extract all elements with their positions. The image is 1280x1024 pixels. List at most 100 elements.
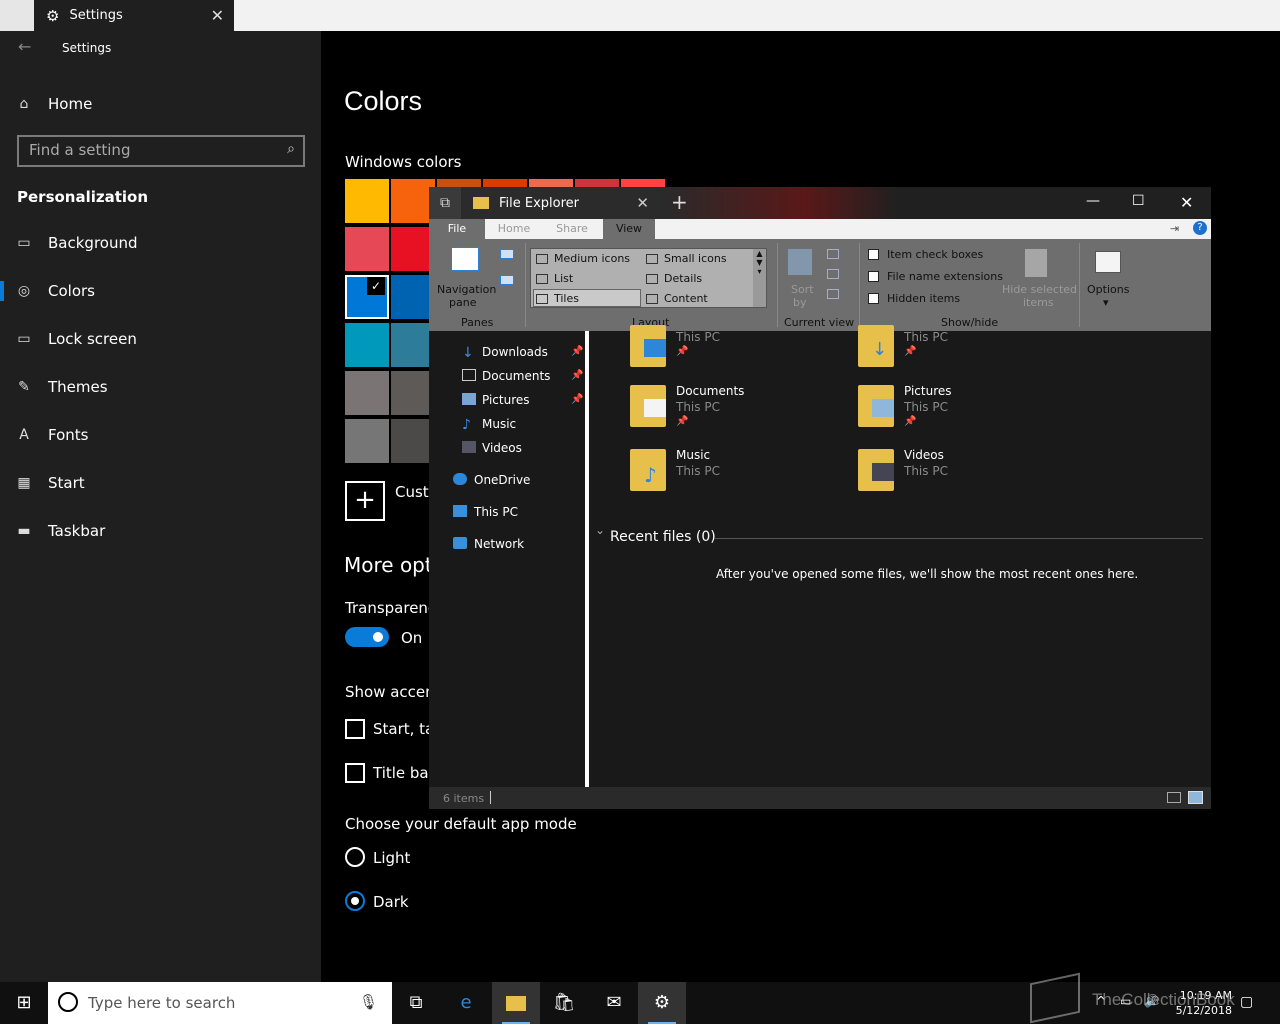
nav-videos[interactable]: Videos (482, 441, 522, 455)
sidebar-item-home[interactable]: ⌂ Home (0, 84, 321, 124)
add-columns-icon[interactable] (827, 269, 839, 279)
options-button[interactable]: Options (1087, 283, 1129, 296)
file-name-extensions-checkbox[interactable] (868, 271, 879, 282)
color-swatch[interactable] (621, 179, 665, 187)
pane-splitter[interactable] (585, 331, 589, 787)
close-window-icon[interactable]: ✕ (1180, 193, 1193, 212)
hidden-items-checkbox[interactable] (868, 293, 879, 304)
color-swatch[interactable] (575, 179, 619, 187)
nav-downloads[interactable]: Downloads (482, 345, 548, 359)
light-mode-radio[interactable] (345, 847, 365, 867)
chevron-down-icon[interactable]: ⌄ (595, 523, 605, 537)
close-icon[interactable]: ✕ (636, 194, 649, 212)
start-taskbar-checkbox[interactable] (345, 719, 365, 739)
nav-pictures[interactable]: Pictures (482, 393, 530, 407)
large-icons-view-icon[interactable] (1188, 791, 1203, 804)
search-input[interactable]: Find a setting ⌕ (17, 135, 305, 167)
size-columns-icon[interactable] (827, 289, 839, 299)
sort-label[interactable]: Sort (791, 283, 814, 296)
layout-small-icons[interactable]: Small icons (664, 252, 727, 265)
taskbar-search-input[interactable]: Type here to search 🎙 (48, 982, 392, 1024)
microphone-icon[interactable]: 🎙 (359, 993, 378, 1011)
hide-selected-label[interactable]: Hide selected (1002, 283, 1077, 296)
settings-taskbar-icon[interactable]: ⚙ (638, 982, 686, 1024)
pin-ribbon-icon[interactable]: ⇥ (1170, 222, 1179, 235)
nav-documents[interactable]: Documents (482, 369, 550, 383)
sidebar-item-fonts[interactable]: A Fonts (0, 415, 321, 455)
color-swatch[interactable] (345, 419, 389, 463)
new-tab-icon[interactable]: + (671, 190, 688, 214)
nav-onedrive[interactable]: OneDrive (474, 473, 530, 487)
navigation-pane-label[interactable]: Navigation (437, 283, 496, 296)
recent-files-heading[interactable]: Recent files (0) (610, 529, 716, 545)
navigation-pane-label-2[interactable]: pane (449, 296, 476, 309)
tab-view[interactable]: View (603, 219, 655, 239)
store-icon[interactable]: 🛍 (540, 982, 588, 1024)
sidebar-item-lock-screen[interactable]: ▭ Lock screen (0, 319, 321, 359)
layout-content[interactable]: Content (664, 292, 708, 305)
windows-start-icon[interactable]: ⊞ (0, 982, 48, 1024)
layout-medium-icons[interactable]: Medium icons (554, 252, 630, 265)
sort-by-label[interactable]: by (793, 296, 807, 309)
color-swatch[interactable] (437, 179, 481, 187)
color-swatch[interactable] (345, 371, 389, 415)
back-arrow-icon[interactable]: ← (18, 37, 31, 56)
navigation-pane-icon (451, 247, 479, 271)
group-by-icon[interactable] (827, 249, 839, 259)
task-view-icon[interactable]: ⧉ (392, 982, 440, 1024)
layout-list[interactable]: List (554, 272, 573, 285)
preview-pane-icon[interactable] (500, 249, 514, 259)
sidebar-item-colors[interactable]: ◎ Colors (0, 271, 321, 311)
sidebar-item-background[interactable]: ▭ Background (0, 223, 321, 263)
hide-selected-label-2[interactable]: items (1023, 296, 1054, 309)
layout-scrollbar[interactable]: ▲ ▼ ▾ (753, 249, 766, 307)
layout-details[interactable]: Details (664, 272, 702, 285)
explorer-title-bar[interactable]: ⧉ File Explorer ✕ + — ☐ ✕ (429, 187, 1211, 219)
layout-tiles[interactable]: Tiles (554, 292, 579, 305)
nav-music[interactable]: Music (482, 417, 516, 431)
details-view-icon[interactable] (1167, 792, 1181, 803)
tab-file[interactable]: File (429, 219, 485, 239)
sidebar-item-taskbar[interactable]: ▬ Taskbar (0, 511, 321, 551)
file-explorer-taskbar-icon[interactable] (492, 982, 540, 1024)
mail-icon[interactable]: ✉ (590, 982, 638, 1024)
color-swatch[interactable] (529, 179, 573, 187)
nav-network[interactable]: Network (474, 537, 524, 551)
hidden-items-label: Hidden items (887, 292, 961, 305)
section-heading: Personalization (17, 188, 149, 206)
nav-this-pc[interactable]: This PC (474, 505, 518, 519)
palette-icon: ◎ (17, 283, 31, 299)
tab-share[interactable]: Share (543, 219, 601, 239)
help-icon[interactable]: ? (1193, 221, 1207, 235)
tab-file-explorer[interactable]: File Explorer ✕ (463, 187, 657, 219)
tile-subtitle: This PC (676, 330, 720, 344)
toggle-knob (373, 632, 383, 642)
dark-mode-radio[interactable] (345, 891, 365, 911)
transparency-toggle[interactable] (345, 627, 389, 647)
edge-icon[interactable]: e (442, 982, 490, 1024)
sidebar-item-start[interactable]: ▦ Start (0, 463, 321, 503)
tab-home[interactable]: Home (485, 219, 543, 239)
color-swatch[interactable] (483, 179, 527, 187)
color-swatch[interactable] (345, 323, 389, 367)
title-bars-checkbox[interactable] (345, 763, 365, 783)
minimize-icon[interactable]: — (1086, 193, 1100, 209)
action-center-icon[interactable]: ▢ (1240, 994, 1253, 1010)
task-view-icon[interactable]: ⧉ (429, 187, 461, 219)
sidebar-item-label: Background (48, 234, 138, 252)
tab-settings[interactable]: ⚙ Settings ✕ (34, 0, 234, 31)
color-swatch[interactable] (345, 179, 389, 223)
color-swatch[interactable] (345, 227, 389, 271)
pin-icon: 📌 (904, 416, 917, 427)
color-swatch[interactable]: ✓ (345, 275, 389, 319)
item-check-boxes-checkbox[interactable] (868, 249, 879, 260)
details-pane-icon[interactable] (500, 275, 514, 285)
close-icon[interactable]: ✕ (211, 6, 224, 25)
pin-icon: 📌 (676, 416, 689, 427)
maximize-icon[interactable]: ☐ (1132, 193, 1145, 209)
custom-color-button[interactable]: + (345, 481, 385, 521)
options-chevron-icon[interactable]: ▾ (1103, 296, 1109, 309)
pin-icon: 📌 (904, 346, 917, 357)
sidebar-item-label: Start (48, 474, 85, 492)
sidebar-item-themes[interactable]: ✎ Themes (0, 367, 321, 407)
